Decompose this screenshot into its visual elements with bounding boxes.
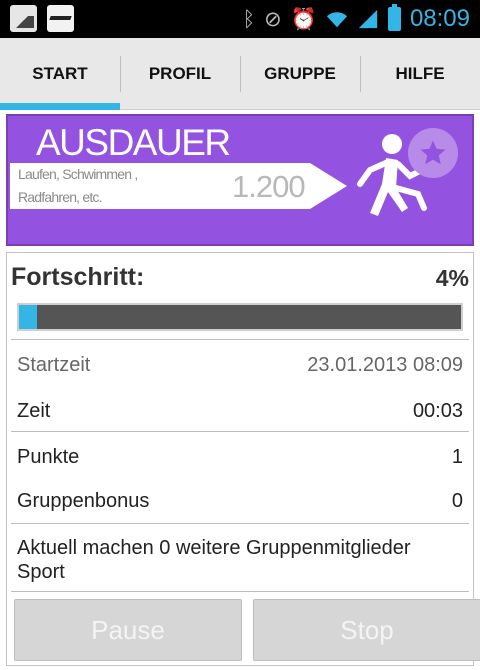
- divider: [11, 431, 469, 432]
- detail-row-zeit: Zeit 00:03: [17, 397, 463, 425]
- detail-row-punkte: Punkte 1: [17, 443, 463, 471]
- status-bar: ᛒ ⊘ ⏰ 08:09: [0, 0, 480, 38]
- wifi-icon: [326, 12, 348, 28]
- mute-icon: ⊘: [264, 6, 282, 31]
- punkte-label: Punkte: [17, 445, 80, 468]
- gruppenbonus-label: Gruppenbonus: [17, 489, 150, 512]
- zeit-value: 00:03: [412, 399, 463, 422]
- stop-button[interactable]: Stop: [253, 599, 480, 661]
- star-icon: [420, 140, 446, 165]
- progress-fill: [19, 305, 37, 329]
- tab-bar: START PROFIL GRUPPE HILFE: [0, 38, 480, 110]
- divider: [11, 339, 469, 340]
- tab-start[interactable]: START: [0, 38, 120, 110]
- activity-subtitle-line2: Radfahren, etc.: [18, 189, 103, 205]
- punkte-value: 1: [451, 445, 463, 468]
- alarm-icon: ⏰: [290, 6, 317, 31]
- progress-percent: 4%: [435, 265, 469, 291]
- divider: [11, 523, 469, 524]
- tab-hilfe[interactable]: HILFE: [360, 38, 480, 109]
- bluetooth-icon: ᛒ: [242, 6, 256, 31]
- detail-row-gruppenbonus: Gruppenbonus 0: [17, 487, 463, 515]
- tab-profil[interactable]: PROFIL: [120, 38, 240, 109]
- clock: 08:09: [409, 5, 470, 32]
- zeit-label: Zeit: [17, 399, 51, 422]
- progress-label: Fortschritt:: [11, 263, 145, 291]
- progress-track: [19, 305, 461, 329]
- sport-app-icon: [47, 5, 74, 32]
- gallery-icon: [10, 5, 37, 32]
- activity-banner[interactable]: AUSDAUER Laufen, Schwimmen , Radfahren, …: [6, 114, 474, 246]
- activity-title: AUSDAUER: [36, 122, 231, 163]
- battery-icon: [387, 4, 401, 31]
- gruppenbonus-value: 0: [451, 489, 463, 512]
- signal-icon: [358, 9, 378, 29]
- activity-points: 1.200: [232, 169, 306, 204]
- progress-card: Fortschritt: 4% Startzeit 23.01.2013 08:…: [6, 252, 480, 666]
- app-screen: ᛒ ⊘ ⏰ 08:09 START PROFIL GRUPPE HILFE AU…: [0, 0, 480, 670]
- activity-subtitle: Laufen, Schwimmen , Radfahren, etc.: [18, 163, 178, 209]
- pause-button[interactable]: Pause: [14, 599, 242, 661]
- divider: [11, 591, 469, 592]
- startzeit-value: 23.01.2013 08:09: [307, 353, 463, 376]
- favorite-star[interactable]: [408, 128, 458, 178]
- detail-row-startzeit: Startzeit 23.01.2013 08:09: [17, 351, 463, 379]
- group-info-text: Aktuell machen 0 weitere Gruppenmitglied…: [17, 537, 411, 583]
- activity-subtitle-line1: Laufen, Schwimmen ,: [18, 166, 138, 182]
- startzeit-label: Startzeit: [17, 353, 91, 376]
- activity-arrow: Laufen, Schwimmen , Radfahren, etc. 1.20…: [10, 163, 347, 209]
- progress-bar: [17, 303, 463, 331]
- tab-gruppe[interactable]: GRUPPE: [240, 38, 360, 109]
